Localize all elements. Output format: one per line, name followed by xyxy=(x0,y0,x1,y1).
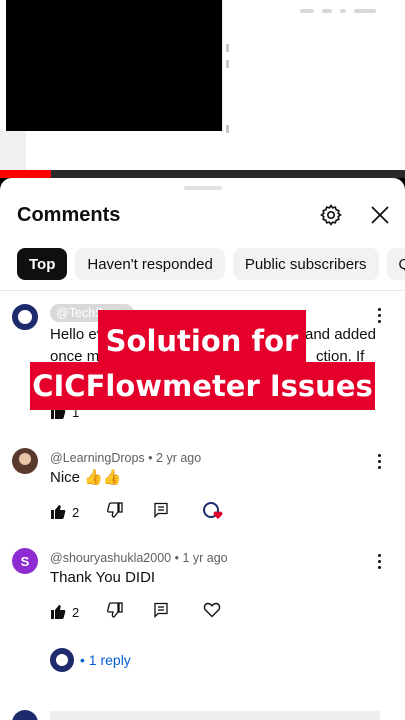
avatar[interactable]: S xyxy=(12,548,38,574)
video-mini-header xyxy=(300,6,400,16)
heart-button[interactable] xyxy=(203,602,221,623)
dislike-button[interactable] xyxy=(107,501,123,523)
comment-actions: 2 xyxy=(50,501,223,523)
comment-author[interactable]: @shouryashukla2000 • 1 yr ago xyxy=(50,551,228,565)
like-button[interactable]: 2 xyxy=(50,504,79,520)
avatar[interactable] xyxy=(12,448,38,474)
reply-icon xyxy=(154,602,168,618)
thumbs-up-icon xyxy=(51,605,66,619)
like-button[interactable]: 2 xyxy=(50,604,79,620)
dislike-button[interactable] xyxy=(107,601,123,623)
close-button[interactable] xyxy=(367,202,393,228)
title-overlay-line2: CICFlowmeter Issues xyxy=(30,362,375,410)
reply-icon xyxy=(154,502,168,518)
thumbs-down-icon xyxy=(107,601,123,618)
drag-handle[interactable] xyxy=(184,186,222,190)
avatar[interactable] xyxy=(12,304,38,330)
gear-icon xyxy=(320,204,342,226)
heart-outline-icon xyxy=(204,602,221,617)
divider xyxy=(0,290,405,291)
comment-author[interactable]: @LearningDrops • 2 yr ago xyxy=(50,451,201,465)
chip-havent-responded[interactable]: Haven't responded xyxy=(75,248,225,280)
close-icon xyxy=(371,206,389,224)
next-comment-placeholder xyxy=(50,711,380,720)
video-progress-fill xyxy=(0,170,51,178)
reply-button[interactable] xyxy=(153,502,169,523)
thumbs-up-icon xyxy=(51,505,66,519)
settings-button[interactable] xyxy=(318,202,344,228)
thumbs-down-icon xyxy=(107,501,123,518)
reply-avatar xyxy=(50,648,74,672)
more-options-button[interactable] xyxy=(372,450,386,472)
video-mini-scroll-mark xyxy=(226,125,229,133)
comment-text: Thank You DIDI xyxy=(50,569,156,586)
comment-text-fragment: Hello ev xyxy=(50,326,105,343)
avatar[interactable] xyxy=(12,710,38,720)
more-options-button[interactable] xyxy=(372,304,386,326)
comments-sheet: Comments Top Haven't responded Public su… xyxy=(0,178,405,720)
comment-actions: 2 xyxy=(50,601,221,623)
chip-public-subscribers[interactable]: Public subscribers xyxy=(232,248,379,280)
chip-q[interactable]: Q xyxy=(386,248,405,280)
video-frame[interactable] xyxy=(6,0,222,131)
view-replies-link[interactable]: • 1 reply xyxy=(80,652,131,668)
video-progress-bar[interactable] xyxy=(0,170,405,178)
comments-title: Comments xyxy=(17,204,121,226)
video-player[interactable] xyxy=(0,0,405,178)
comment-text: Nice 👍👍 xyxy=(50,469,122,486)
filter-chips: Top Haven't responded Public subscribers… xyxy=(17,248,405,282)
more-options-button[interactable] xyxy=(372,550,386,572)
video-gray-strip xyxy=(0,131,26,171)
creator-heart xyxy=(203,502,223,522)
reply-button[interactable] xyxy=(153,602,169,623)
video-mini-scroll-mark xyxy=(226,60,229,68)
video-mini-scroll-mark xyxy=(226,44,229,52)
chip-top[interactable]: Top xyxy=(17,248,68,280)
heart-icon xyxy=(213,511,223,519)
comment-text-fragment: and added xyxy=(305,326,376,343)
